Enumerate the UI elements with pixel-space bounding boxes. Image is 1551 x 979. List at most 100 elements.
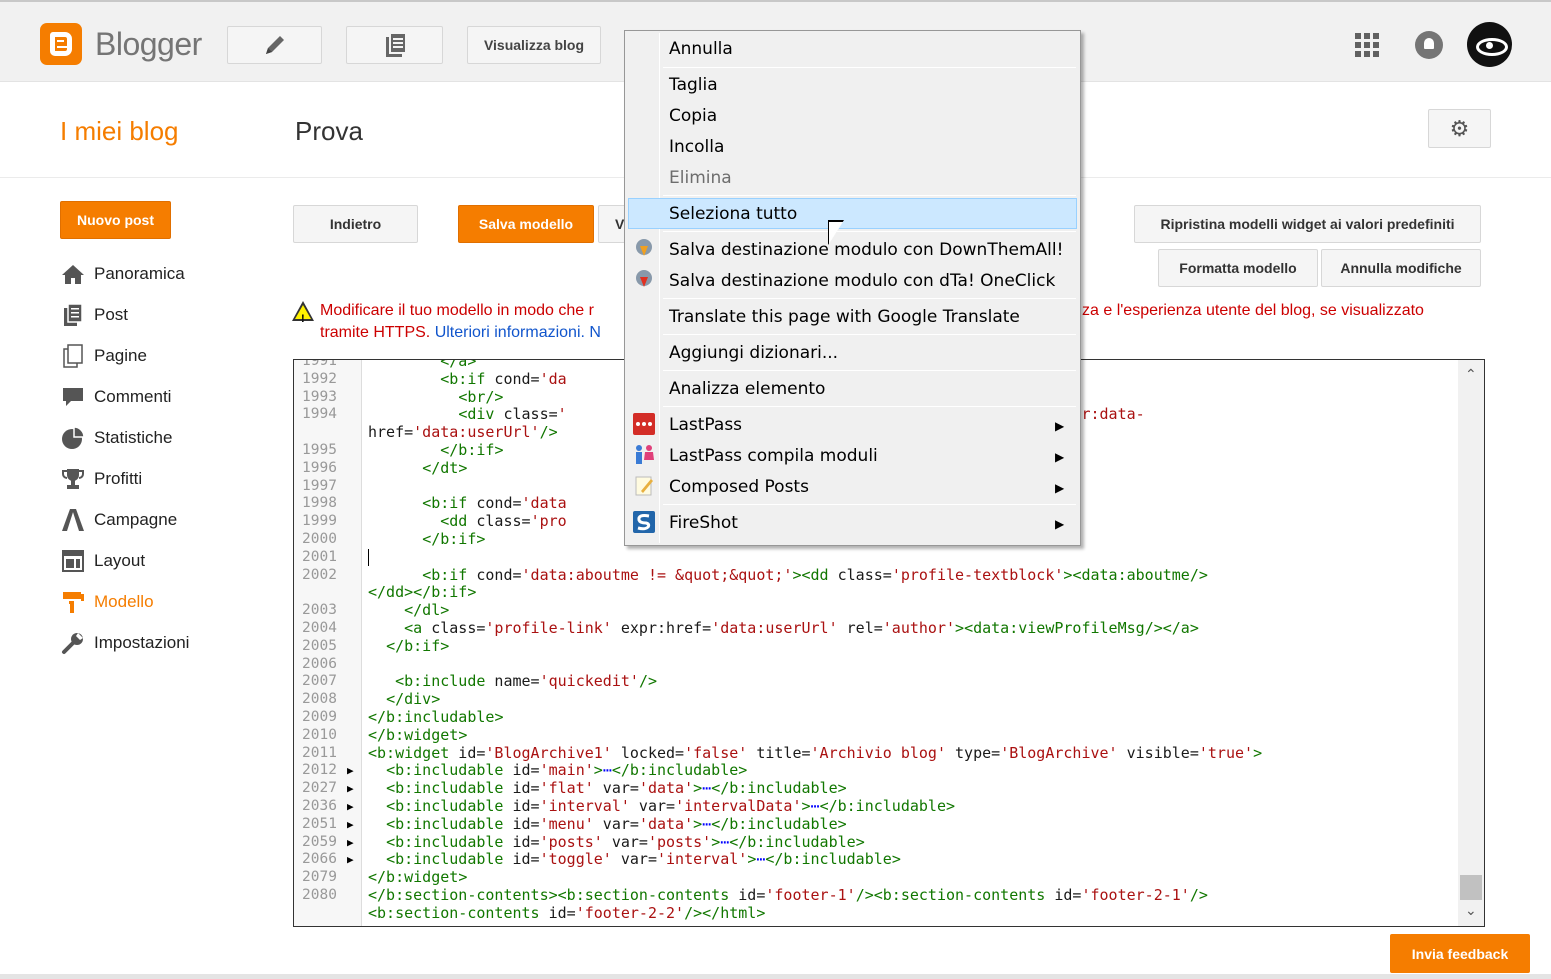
menu-item-add-dictionaries[interactable]: Aggiungi dizionari... — [669, 338, 838, 369]
code-line[interactable]: 2004 <a class='profile-link' expr:href='… — [294, 619, 1458, 638]
line-number: 2007 — [302, 673, 337, 690]
comments-icon — [60, 385, 86, 409]
line-number: 1998 — [302, 495, 337, 512]
sidebar-item-posts[interactable]: Post — [60, 294, 189, 335]
menu-item-paste[interactable]: Incolla — [669, 132, 724, 163]
line-number: 2059 ▶ — [302, 833, 354, 852]
more-info-link[interactable]: Ulteriori informazioni — [435, 324, 581, 341]
submenu-arrow-icon: ▶ — [1055, 517, 1065, 531]
pencil-icon — [265, 36, 284, 54]
warning-text-tail: . N — [580, 324, 601, 341]
sidebar-item-earnings[interactable]: Profitti — [60, 458, 189, 499]
code-line[interactable]: 2012 ▶ <b:includable id='main'>⋯</b:inclu… — [294, 761, 1458, 780]
line-content: <b:includable id='menu' var='data'>⋯</b:… — [386, 814, 847, 833]
menu-item-copy[interactable]: Copia — [669, 101, 717, 132]
menu-separator — [663, 195, 1076, 196]
code-line[interactable]: 2011 <b:widget id='BlogArchive1' locked='… — [294, 744, 1458, 763]
notifications-bell-icon[interactable] — [1415, 31, 1443, 59]
code-line[interactable]: 2005 </b:if> — [294, 637, 1458, 656]
menu-item-dta-save[interactable]: Salva destinazione modulo con DownThemAl… — [669, 235, 1063, 266]
scroll-down-icon[interactable]: ⌄ — [1465, 902, 1477, 919]
sidebar-item-label: Layout — [94, 550, 146, 570]
menu-item-lastpass[interactable]: LastPass — [669, 410, 742, 441]
posts-list-button[interactable] — [346, 26, 443, 64]
brand-name[interactable]: Blogger — [95, 26, 202, 63]
format-template-button[interactable]: Formatta modello — [1158, 249, 1318, 287]
code-line[interactable]: 2079 </b:widget> — [294, 868, 1458, 887]
vertical-scrollbar[interactable]: ⌃ ⌄ — [1458, 360, 1484, 926]
code-line[interactable]: 2066 ▶ <b:includable id='toggle' var='int… — [294, 850, 1458, 869]
menu-item-inspect[interactable]: Analizza elemento — [669, 374, 825, 405]
settings-gear-button[interactable]: ⚙ — [1428, 109, 1491, 148]
menu-item-dta-oneclick[interactable]: Salva destinazione modulo con dTa! OneCl… — [669, 266, 1055, 297]
code-line[interactable]: 2008 </div> — [294, 690, 1458, 709]
code-line[interactable]: 2027 ▶ <b:includable id='flat' var='data'… — [294, 779, 1458, 798]
fold-arrow-icon[interactable]: ▶ — [347, 798, 354, 816]
menu-item-translate[interactable]: Translate this page with Google Translat… — [669, 302, 1020, 333]
my-blogs-link[interactable]: I miei blog — [60, 116, 179, 147]
warning-text: Modificare il tuo modello in modo che r — [320, 302, 594, 319]
code-line[interactable]: 2002 <b:if cond='data:aboutme != &quot;&… — [294, 565, 1458, 585]
sidebar-item-layout[interactable]: Layout — [60, 540, 189, 581]
view-blog-button[interactable]: Visualizza blog — [467, 26, 601, 64]
menu-item-delete: Elimina — [669, 168, 732, 188]
code-line[interactable]: 2009 </b:includable> — [294, 708, 1458, 727]
sidebar-item-campaigns[interactable]: Campagne — [60, 499, 189, 540]
code-line[interactable]: 2007 <b:include name='quickedit'/> — [294, 672, 1458, 691]
menu-item-undo[interactable]: Annulla — [669, 34, 733, 65]
code-line[interactable]: 2006 — [294, 656, 1458, 674]
code-line[interactable]: 2051 ▶ <b:includable id='menu' var='data'… — [294, 814, 1458, 834]
code-line[interactable]: </dd></b:if> — [294, 583, 1458, 602]
lastpass-icon — [633, 413, 655, 435]
code-line[interactable]: 2080 </b:section-contents><b:section-cont… — [294, 886, 1458, 905]
line-number: 1999 — [302, 513, 337, 530]
new-post-pencil-button[interactable] — [227, 26, 322, 64]
line-number: 1996 — [302, 459, 337, 476]
code-line[interactable]: 2001 — [294, 549, 1458, 567]
text-caret — [368, 549, 369, 566]
line-number: 2002 — [302, 566, 337, 583]
line-content: <b:includable id='toggle' var='interval'… — [386, 850, 901, 869]
menu-item-select-all[interactable]: Seleziona tutto — [669, 199, 797, 230]
line-number: 2003 — [302, 602, 337, 619]
code-line[interactable]: 2036 ▶ <b:includable id='interval' var='i… — [294, 797, 1458, 816]
partial-button[interactable]: V — [598, 205, 626, 243]
warning-line-2: tramite HTTPS. Ulteriori informazioni. N — [320, 322, 601, 344]
code-line[interactable]: 2003 </dl> — [294, 601, 1458, 620]
code-line[interactable]: <b:section-contents id='footer-2-2'/></h… — [294, 903, 1458, 923]
sidebar-item-settings[interactable]: Impostazioni — [60, 622, 189, 663]
menu-item-lastpass-forms[interactable]: LastPass compila moduli — [669, 441, 878, 472]
undo-changes-button[interactable]: Annulla modifiche — [1321, 249, 1481, 287]
apps-grid-icon[interactable] — [1355, 33, 1379, 57]
line-content: <b:section-contents id='footer-2-2'/></h… — [368, 903, 766, 922]
sidebar-item-template[interactable]: Modello — [60, 581, 189, 622]
blogger-logo-icon[interactable] — [40, 23, 82, 65]
fold-arrow-icon[interactable]: ▶ — [347, 851, 354, 869]
menu-item-composed-posts[interactable]: Composed Posts — [669, 472, 809, 503]
sidebar-item-comments[interactable]: Commenti — [60, 376, 189, 417]
code-line[interactable]: 2059 ▶ <b:includable id='posts' var='post… — [294, 833, 1458, 852]
line-number: 2006 — [302, 655, 337, 672]
back-button[interactable]: Indietro — [293, 205, 418, 243]
menu-item-fireshot[interactable]: FireShot — [669, 508, 738, 539]
menu-item-cut[interactable]: Taglia — [669, 70, 718, 101]
send-feedback-button[interactable]: Invia feedback — [1390, 934, 1530, 973]
avatar[interactable] — [1467, 22, 1512, 67]
line-number — [294, 905, 362, 923]
line-content: </dd></b:if> — [368, 583, 477, 602]
new-post-button[interactable]: Nuovo post — [60, 201, 171, 239]
sidebar-item-stats[interactable]: Statistiche — [60, 417, 189, 458]
code-line[interactable]: 2010 </b:widget> — [294, 726, 1458, 745]
reset-widgets-button[interactable]: Ripristina modelli widget ai valori pred… — [1134, 205, 1481, 243]
save-template-button[interactable]: Salva modello — [458, 205, 594, 243]
scrollbar-thumb[interactable] — [1460, 875, 1482, 900]
fold-arrow-icon[interactable]: ▶ — [347, 762, 354, 780]
sidebar-item-overview[interactable]: Panoramica — [60, 253, 189, 294]
sidebar-item-pages[interactable]: Pagine — [60, 335, 189, 376]
submenu-arrow-icon: ▶ — [1055, 450, 1065, 464]
fold-arrow-icon[interactable]: ▶ — [347, 780, 354, 798]
fold-arrow-icon[interactable]: ▶ — [347, 834, 354, 852]
fold-arrow-icon[interactable]: ▶ — [347, 816, 354, 834]
line-content: <b:if cond='data:aboutme != &quot;&quot;… — [422, 565, 1208, 584]
scroll-up-icon[interactable]: ⌃ — [1465, 366, 1477, 383]
